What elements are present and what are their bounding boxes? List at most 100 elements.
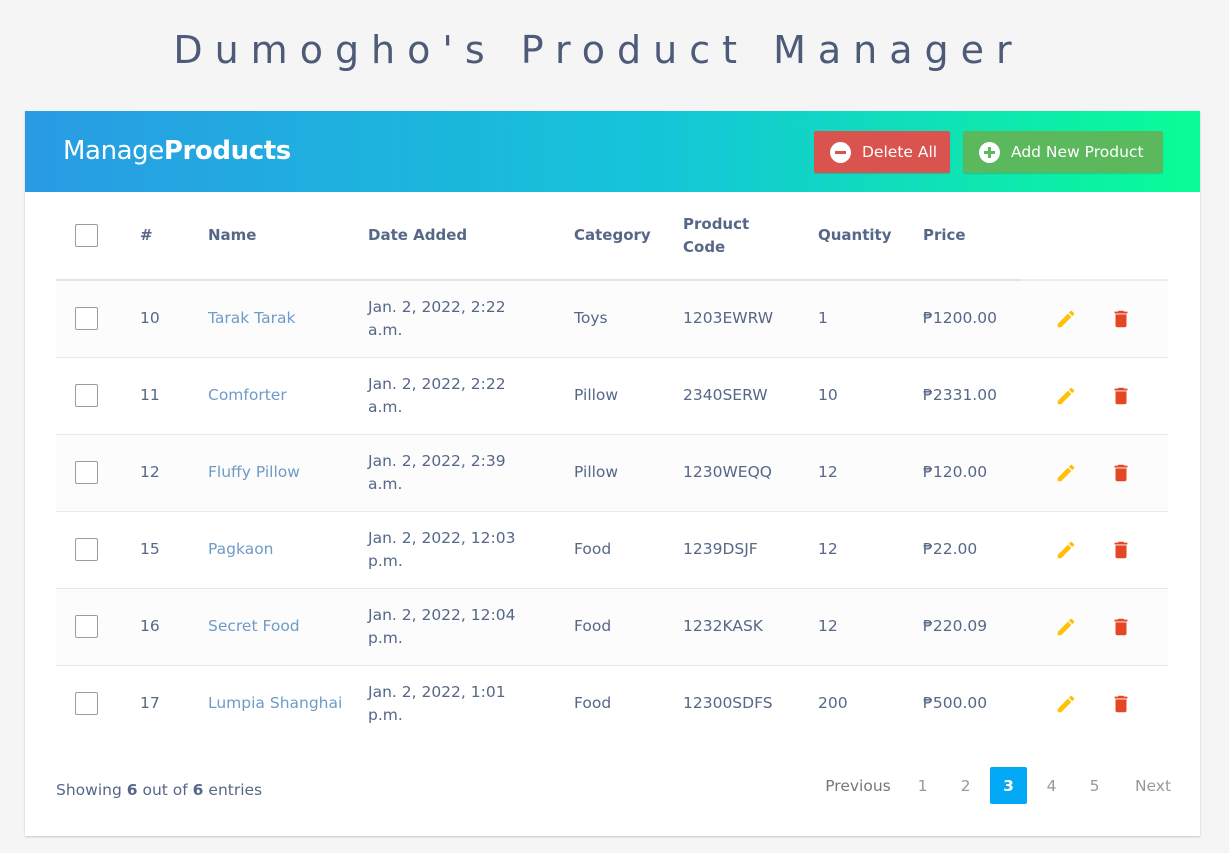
pencil-icon[interactable] <box>1055 308 1077 330</box>
row-checkbox[interactable] <box>75 307 98 331</box>
row-checkbox[interactable] <box>75 692 98 716</box>
pagination: Previous 1 2 3 4 5 Next <box>815 767 1184 804</box>
table-row: 12 Fluffy Pillow Jan. 2, 2022, 2:39 a.m. … <box>56 434 1168 512</box>
time-period-text: p.m. <box>368 705 403 724</box>
date-added: Jan. 2, 2022, 1:01 p.m. <box>368 665 574 742</box>
row-checkbox[interactable] <box>75 538 98 561</box>
entries-suffix: entries <box>208 781 263 799</box>
pagination-page-1[interactable]: 1 <box>904 767 941 804</box>
pagination-page-5[interactable]: 5 <box>1076 767 1113 804</box>
product-name-link[interactable]: Lumpia Shanghai <box>208 694 342 712</box>
quantity: 12 <box>818 511 923 589</box>
row-checkbox[interactable] <box>75 384 98 407</box>
product-id: 17 <box>140 694 160 713</box>
pencil-icon[interactable] <box>1055 693 1077 715</box>
table-row: 17 Lumpia Shanghai Jan. 2, 2022, 1:01 p.m… <box>56 665 1168 742</box>
product-name-link[interactable]: Tarak Tarak <box>208 309 295 327</box>
trash-icon[interactable] <box>1110 385 1132 407</box>
trash-icon[interactable] <box>1110 308 1132 330</box>
date-text: Jan. 2, 2022, 12:04 <box>368 605 516 624</box>
minus-circle-icon <box>830 141 851 163</box>
pencil-icon[interactable] <box>1055 539 1077 561</box>
trash-icon[interactable] <box>1110 462 1132 484</box>
category: Food <box>574 588 683 666</box>
row-actions <box>1020 308 1168 330</box>
shown-count: 6 <box>126 781 138 799</box>
price: ₱22.00 <box>923 511 1020 589</box>
brand-title-bold: Products <box>163 136 291 166</box>
product-name-link[interactable]: Secret Food <box>208 617 300 635</box>
product-id: 16 <box>140 588 208 666</box>
category: Toys <box>574 280 683 358</box>
trash-icon[interactable] <box>1110 616 1132 638</box>
date-text: Jan. 2, 2022, 1:01 <box>368 682 506 701</box>
column-header-category[interactable]: Category <box>574 192 683 281</box>
product-code-header-line2: Code <box>683 237 726 256</box>
product-id: 15 <box>140 511 208 589</box>
date-text: Jan. 2, 2022, 2:39 <box>368 451 506 470</box>
product-code: 1232KASK <box>683 588 818 666</box>
column-header-name[interactable]: Name <box>208 192 368 281</box>
product-name-link[interactable]: Comforter <box>208 386 287 404</box>
time-period-text: a.m. <box>368 320 403 339</box>
category: Food <box>574 694 612 713</box>
time-period-text: a.m. <box>368 474 403 493</box>
product-name-link[interactable]: Fluffy Pillow <box>208 463 300 481</box>
pagination-page-4[interactable]: 4 <box>1033 767 1070 804</box>
product-code-header-line1: Product <box>683 214 750 233</box>
pencil-icon[interactable] <box>1055 385 1077 407</box>
price: ₱2331.00 <box>923 357 1020 435</box>
pagination-page-3-active[interactable]: 3 <box>990 767 1027 804</box>
pagination-page-2[interactable]: 2 <box>947 767 984 804</box>
quantity: 1 <box>818 280 923 358</box>
table-header-row: # Name Date Added Category Product Code Q… <box>56 192 1168 281</box>
product-code: 1239DSJF <box>683 511 818 589</box>
out-of-text: out of <box>142 781 188 799</box>
row-actions <box>1020 539 1168 561</box>
table-row: 10 Tarak Tarak Jan. 2, 2022, 2:22 a.m. To… <box>56 280 1168 358</box>
date-added: Jan. 2, 2022, 12:04 p.m. <box>368 588 574 666</box>
pencil-icon[interactable] <box>1055 616 1077 638</box>
price: ₱120.00 <box>923 434 1020 512</box>
column-header-number[interactable]: # <box>140 192 208 281</box>
delete-all-button[interactable]: Delete All <box>814 131 950 173</box>
row-actions <box>1020 693 1168 715</box>
quantity: 10 <box>818 357 923 435</box>
time-period-text: a.m. <box>368 397 403 416</box>
date-text: Jan. 2, 2022, 12:03 <box>368 528 516 547</box>
product-code: 1230WEQQ <box>683 434 818 512</box>
column-header-price[interactable]: Price <box>923 192 1020 281</box>
select-all-checkbox[interactable] <box>75 224 98 247</box>
product-code: 2340SERW <box>683 357 818 435</box>
time-period-text: p.m. <box>368 628 403 647</box>
date-added: Jan. 2, 2022, 12:03 p.m. <box>368 511 574 589</box>
total-count: 6 <box>192 781 204 799</box>
category: Food <box>574 511 683 589</box>
row-checkbox[interactable] <box>75 461 98 484</box>
card-header: ManageProducts Delete All Add New Produc… <box>25 111 1200 192</box>
row-checkbox[interactable] <box>75 615 98 638</box>
column-header-quantity[interactable]: Quantity <box>818 192 923 281</box>
quantity: 12 <box>818 588 923 666</box>
product-id: 11 <box>140 357 208 435</box>
date-text: Jan. 2, 2022, 2:22 <box>368 297 506 316</box>
delete-all-label: Delete All <box>862 143 938 161</box>
add-new-product-button[interactable]: Add New Product <box>963 131 1163 173</box>
showing-prefix: Showing <box>56 781 122 799</box>
time-period-text: p.m. <box>368 551 403 570</box>
column-header-date-added[interactable]: Date Added <box>368 192 574 281</box>
date-added: Jan. 2, 2022, 2:39 a.m. <box>368 434 574 512</box>
pencil-icon[interactable] <box>1055 462 1077 484</box>
column-header-product-code[interactable]: Product Code <box>683 192 818 281</box>
price: ₱500.00 <box>923 694 988 713</box>
category: Pillow <box>574 434 683 512</box>
entries-summary: Showing 6 out of 6 entries <box>56 781 262 799</box>
pagination-next[interactable]: Next <box>1122 767 1184 804</box>
trash-icon[interactable] <box>1110 693 1132 715</box>
product-id: 12 <box>140 434 208 512</box>
trash-icon[interactable] <box>1110 539 1132 561</box>
table-row: 11 Comforter Jan. 2, 2022, 2:22 a.m. Pill… <box>56 357 1168 435</box>
pagination-previous[interactable]: Previous <box>815 767 901 804</box>
product-name-link[interactable]: Pagkaon <box>208 540 274 558</box>
price: ₱220.09 <box>923 588 1020 666</box>
